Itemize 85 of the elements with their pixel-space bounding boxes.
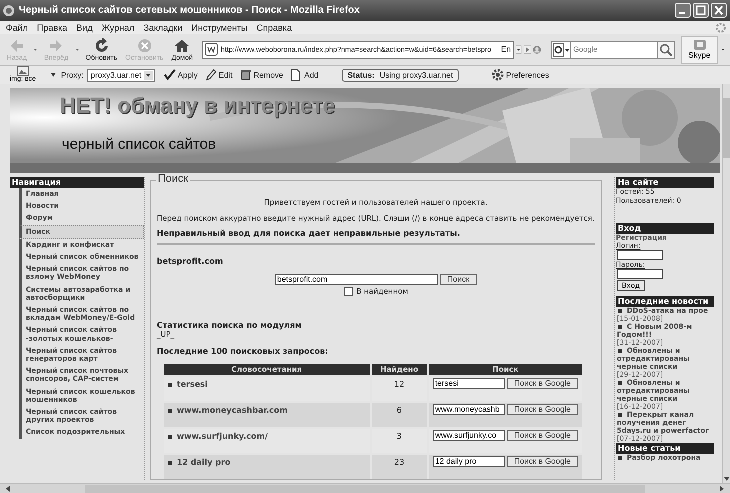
menu-item[interactable]: Файл <box>3 22 34 32</box>
panel-title: Поиск <box>156 173 190 185</box>
vertical-scrollbar[interactable] <box>722 84 730 483</box>
dropdown-arrow-icon[interactable] <box>76 48 79 52</box>
checkmark-icon <box>164 69 176 81</box>
dropdown-arrow-icon[interactable] <box>51 73 56 77</box>
bullet-icon <box>618 309 622 313</box>
minimize-button[interactable] <box>675 3 691 18</box>
google-search-button[interactable]: Поиск в Google <box>507 378 578 389</box>
scrollbar-thumb[interactable] <box>723 98 730 158</box>
trash-icon <box>240 69 252 81</box>
chevron-icon[interactable] <box>722 48 724 52</box>
search-button[interactable]: Поиск <box>440 274 477 285</box>
warning-text: Неправильный ввод для поиска дает неправильные результаты. <box>157 229 462 238</box>
section-heading: Последние новости <box>616 296 714 307</box>
bullet-icon <box>168 382 172 387</box>
bullet-icon <box>168 408 172 413</box>
google-search-button[interactable]: Поиск в Google <box>507 404 578 415</box>
menu-item[interactable]: Правка <box>34 22 74 32</box>
maximize-button[interactable] <box>693 3 709 18</box>
menu-item[interactable]: Закладки <box>140 22 189 32</box>
table-cell: 23 <box>372 455 428 479</box>
search-phrase[interactable]: tersesi <box>177 380 208 389</box>
reload-icon <box>94 38 110 54</box>
search-phrase[interactable]: www.surfjunky.com/ <box>177 432 268 441</box>
password-field[interactable] <box>617 269 663 279</box>
scroll-down-icon <box>722 475 730 483</box>
proxy-action-button[interactable]: Edit <box>202 69 235 81</box>
banner-subtitle: черный список сайтов <box>62 136 216 153</box>
phrase-field[interactable]: www.surfjunky.co <box>433 430 506 441</box>
section-heading: Навигация <box>10 177 144 188</box>
menu-item[interactable]: Журнал <box>98 22 141 32</box>
gear-icon <box>492 69 504 81</box>
pencil-icon <box>204 69 217 81</box>
page-icon <box>290 69 302 81</box>
language-indicator: En <box>501 45 512 54</box>
proxy-select[interactable]: proxy3.uar.net <box>86 68 155 82</box>
search-input[interactable]: betsprofit.com <box>275 274 438 285</box>
window-title: Черный список сайтов сетевых мошенников - Поиск - Mozilla Firefox <box>19 5 361 16</box>
query-heading: betsprofit.com <box>157 257 224 266</box>
stop-icon <box>136 38 153 54</box>
table-cell: 6 <box>372 403 428 427</box>
scrollbar-thumb[interactable] <box>85 484 645 492</box>
phrase-field[interactable]: tersesi <box>433 378 506 389</box>
phrase-field[interactable]: www.moneycashb <box>433 404 506 415</box>
google-search-button[interactable]: Поиск в Google <box>507 456 578 467</box>
proxy-action-button[interactable]: Remove <box>238 69 286 81</box>
section-heading: На сайте <box>616 177 714 188</box>
bullet-icon <box>618 325 622 329</box>
bullet-icon <box>618 349 622 353</box>
caret-icon <box>144 70 153 80</box>
status-indicator: Status: Using proxy3.uar.net <box>342 68 460 82</box>
bullet-icon <box>618 456 622 460</box>
home-icon <box>174 38 190 54</box>
phrase-field[interactable]: 12 daily pro <box>433 456 506 467</box>
proxy-label: Proxy: <box>61 70 84 80</box>
bullet-icon <box>618 381 622 385</box>
section-heading: Вход <box>616 223 714 234</box>
bullet-icon <box>618 413 622 417</box>
site-icon <box>205 43 218 56</box>
search-icon[interactable] <box>657 40 676 58</box>
skype-button[interactable]: Skype <box>681 36 718 64</box>
back-arrow-icon <box>9 38 26 54</box>
section-heading: Новые статьи <box>616 443 714 454</box>
banner-title: НЕТ! обману в интернете <box>60 93 336 119</box>
preferences-button[interactable]: Preferences <box>490 69 552 81</box>
proxy-action-button[interactable]: Add <box>288 69 321 81</box>
bullet-icon <box>168 434 172 439</box>
menu-item[interactable]: Справка <box>254 22 298 32</box>
bullet-icon <box>168 460 172 465</box>
search-engine-button[interactable] <box>551 40 572 58</box>
horizontal-scrollbar[interactable] <box>0 483 730 493</box>
proxy-action-button[interactable]: Apply <box>162 69 200 81</box>
stats-heading: Статистика поиска по модулям <box>157 321 303 330</box>
search-phrase[interactable]: 12 daily pro <box>177 458 231 467</box>
throbber-icon <box>715 22 727 34</box>
dropdown-arrow-icon[interactable] <box>34 48 38 52</box>
close-button[interactable] <box>711 3 727 18</box>
login-field[interactable] <box>617 250 663 260</box>
menu-item[interactable]: Инструменты <box>188 22 254 32</box>
menu-item[interactable]: Вид <box>74 22 99 32</box>
recent-heading: Последние 100 поисковых запросов: <box>157 347 330 356</box>
checkbox[interactable] <box>344 287 353 296</box>
forward-arrow-icon <box>48 38 64 54</box>
google-search-button[interactable]: Поиск в Google <box>507 430 578 441</box>
